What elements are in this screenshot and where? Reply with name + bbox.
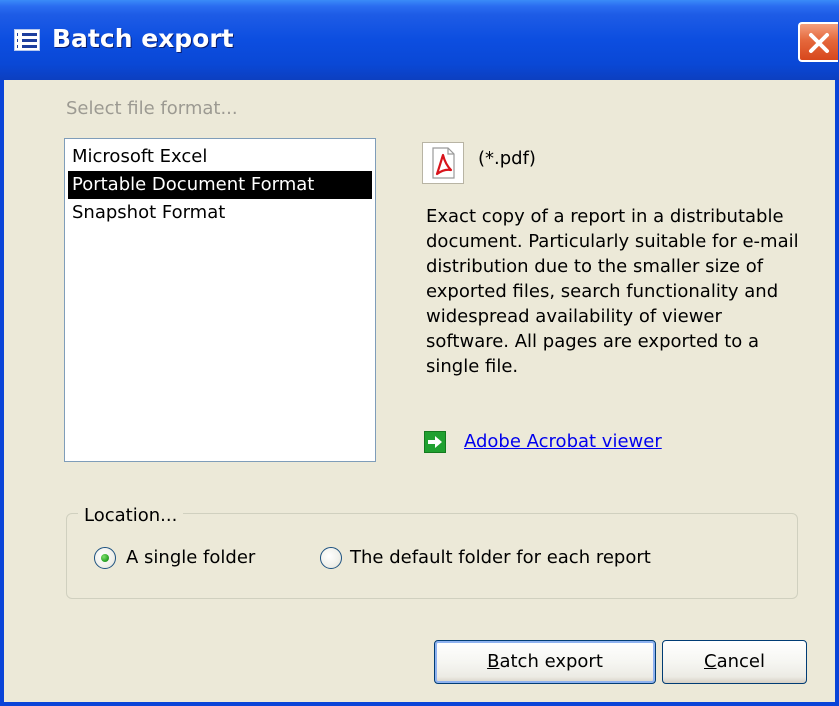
default-folder-label[interactable]: The default folder for each report xyxy=(350,547,651,568)
green-arrow-icon[interactable] xyxy=(424,431,446,453)
adobe-acrobat-viewer-link[interactable]: Adobe Acrobat viewer xyxy=(464,431,662,452)
format-description: Exact copy of a report in a distributabl… xyxy=(426,206,799,377)
radio-selected-dot xyxy=(101,554,109,562)
file-format-list[interactable]: Microsoft Excel Portable Document Format… xyxy=(64,138,376,462)
list-item-portable-document-format[interactable]: Portable Document Format xyxy=(68,171,372,199)
list-item-snapshot-format[interactable]: Snapshot Format xyxy=(68,199,372,227)
single-folder-radio[interactable] xyxy=(94,547,116,569)
batch-export-mnemonic: B xyxy=(487,651,500,672)
batch-export-dialog: Batch export Select file format... Micro… xyxy=(0,0,839,706)
cancel-label-rest: ancel xyxy=(716,651,765,672)
window-title: Batch export xyxy=(52,24,234,53)
default-folder-radio[interactable] xyxy=(320,547,342,569)
file-extension-text: (*.pdf) xyxy=(478,148,536,169)
select-format-label: Select file format... xyxy=(66,98,238,119)
batch-export-button[interactable]: Batch export xyxy=(434,640,656,684)
title-bar[interactable]: Batch export xyxy=(0,0,839,80)
app-window-icon xyxy=(14,29,40,51)
list-item-microsoft-excel[interactable]: Microsoft Excel xyxy=(68,143,372,171)
batch-export-label-rest: atch export xyxy=(499,651,603,672)
pdf-icon xyxy=(422,142,464,184)
cancel-button[interactable]: Cancel xyxy=(662,640,807,684)
close-button[interactable] xyxy=(798,22,838,62)
cancel-mnemonic: C xyxy=(704,651,717,672)
location-legend: Location... xyxy=(78,505,184,526)
single-folder-label[interactable]: A single folder xyxy=(126,547,255,568)
